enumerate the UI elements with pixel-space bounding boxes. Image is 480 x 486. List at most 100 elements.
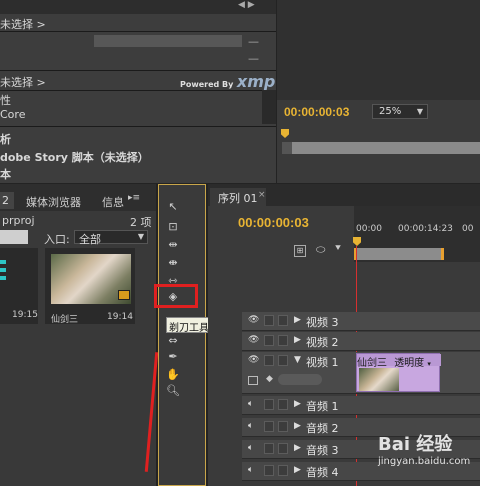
marker-icon[interactable]: ⬭	[316, 243, 325, 257]
color-bars-icon	[0, 260, 6, 264]
program-monitor: 00:00:00:03 25% ▼	[277, 0, 480, 183]
track-name: 音频 1	[306, 400, 339, 413]
search-input[interactable]	[0, 230, 28, 244]
item-count: 2 项	[130, 216, 152, 229]
timeline-clip[interactable]: 仙剑三 透明度 ▾	[356, 353, 441, 392]
keyframe-icon[interactable]: ◆	[266, 374, 273, 384]
track-audio-1[interactable]: 🔈︎ ▶ 音频 1	[242, 396, 480, 415]
tab-sequence-01[interactable]: 序列 01 ×	[210, 188, 266, 206]
collapse-icon[interactable]: ▼	[294, 355, 301, 365]
zoom-tool-icon[interactable]: 🔍︎	[164, 384, 182, 398]
clip-thumbnail[interactable]: 19:15	[0, 248, 38, 324]
track-name: 视频 1	[306, 356, 339, 369]
zoom-select[interactable]: 25% ▼	[372, 104, 428, 119]
expand-icon[interactable]: ▶	[294, 465, 301, 475]
metadata-panel: 未选择 > — — 未选择 > Powered By xmp 性 Core 析 …	[0, 0, 276, 183]
slip-tool-icon[interactable]: ⇔	[164, 334, 182, 348]
baidu-watermark-logo: Bai 经验 jingyan.baidu.com	[378, 434, 471, 467]
sync-toggle[interactable]	[278, 465, 288, 476]
metadata-row-label: 未选择 >	[0, 18, 46, 31]
metadata-field-dash: —	[248, 35, 259, 48]
add-marker-icon[interactable]: ⯆	[334, 243, 342, 254]
monitor-timeline-bar[interactable]	[282, 142, 480, 154]
program-timecode[interactable]: 00:00:00:03	[284, 105, 349, 119]
clip-thumbnail[interactable]: 仙剑三 19:14	[45, 248, 135, 325]
close-icon[interactable]: ×	[258, 190, 266, 200]
chevron-down-icon: ▼	[416, 107, 423, 116]
speaker-icon[interactable]: 🔈︎	[248, 421, 260, 431]
rolling-edit-tool-icon[interactable]: ⇼	[164, 256, 182, 270]
clip-name: 仙剑三	[51, 315, 79, 325]
expand-icon[interactable]: ▶	[294, 443, 301, 453]
clip-duration: 19:14	[107, 312, 133, 322]
in-select[interactable]: 全部 ▼	[74, 230, 148, 246]
tab-project[interactable]: 2	[0, 192, 14, 209]
razor-tool-icon[interactable]: ◈	[164, 290, 182, 304]
eye-icon[interactable]: 👁︎	[248, 355, 260, 365]
scrollbar[interactable]	[262, 90, 276, 124]
sync-toggle[interactable]	[278, 443, 288, 454]
track-select-tool-icon[interactable]: ⊡	[164, 220, 182, 234]
expand-icon[interactable]: ▶	[294, 315, 301, 325]
chevron-down-icon: ▼	[137, 232, 144, 241]
clip-label-strip: 仙剑三 透明度 ▾	[357, 354, 441, 369]
ruler-tick-label: 00	[462, 224, 474, 234]
metadata-section-label: 析	[0, 133, 11, 146]
lock-toggle[interactable]	[264, 399, 274, 410]
speaker-icon[interactable]: 🔈︎	[248, 465, 260, 475]
tab-info[interactable]: 信息 ▸≡	[92, 192, 154, 209]
lock-toggle[interactable]	[264, 335, 274, 346]
eye-icon[interactable]: 👁︎	[248, 315, 260, 325]
timeline-timecode[interactable]: 00:00:00:03	[238, 215, 309, 230]
metadata-row-label: 性	[0, 94, 11, 107]
lock-toggle[interactable]	[264, 465, 274, 476]
lock-toggle[interactable]	[264, 421, 274, 432]
expand-icon[interactable]: ▶	[294, 335, 301, 345]
track-video-2[interactable]: 👁︎ ▶ 视频 2	[242, 332, 480, 351]
speaker-icon[interactable]: 🔈︎	[248, 443, 260, 453]
sync-toggle[interactable]	[278, 315, 288, 326]
clip-thumbnail-image	[359, 368, 399, 391]
track-name: 音频 3	[306, 444, 339, 457]
hand-tool-icon[interactable]: ✋	[164, 368, 182, 382]
ripple-edit-tool-icon[interactable]: ⇹	[164, 238, 182, 252]
tab-media-browser[interactable]: 媒体浏览器	[18, 192, 88, 209]
snap-icon[interactable]: ⊞	[294, 245, 306, 257]
lock-toggle[interactable]	[264, 315, 274, 326]
lock-toggle[interactable]	[264, 443, 274, 454]
display-style-icon[interactable]	[248, 376, 258, 385]
project-panel: 2 媒体浏览器 信息 ▸≡ prproj 2 项 入口: 全部 ▼ 19:15 …	[0, 184, 159, 486]
lock-toggle[interactable]	[264, 355, 274, 366]
keyframe-nav[interactable]	[278, 374, 322, 385]
ruler-tick-label: 00:00:14:23	[398, 224, 453, 234]
track-name: 音频 4	[306, 466, 339, 479]
monitor-video-area	[277, 0, 480, 100]
metadata-row[interactable]	[0, 0, 276, 14]
expand-icon[interactable]: ▶	[294, 399, 301, 409]
pen-tool-icon[interactable]: ✒	[164, 350, 182, 364]
arrow-buttons[interactable]: ◀ ▶	[238, 0, 255, 10]
story-script-label: dobe Story 脚本（未选择）	[0, 151, 149, 164]
playhead-marker-icon[interactable]	[281, 129, 289, 138]
eye-icon[interactable]: 👁︎	[248, 335, 260, 345]
expand-icon[interactable]: ▶	[294, 421, 301, 431]
work-area-bar[interactable]	[354, 248, 444, 260]
sync-toggle[interactable]	[278, 399, 288, 410]
speaker-icon[interactable]: 🔈︎	[248, 399, 260, 409]
selection-tool-icon[interactable]: ↖	[164, 200, 182, 214]
sync-toggle[interactable]	[278, 335, 288, 346]
xmp-powered-logo: Powered By xmp	[180, 72, 276, 91]
track-video-3[interactable]: 👁︎ ▶ 视频 3	[242, 312, 480, 331]
metadata-field[interactable]	[94, 35, 242, 47]
panel-menu-icon[interactable]: ▸≡	[128, 193, 140, 203]
sync-toggle[interactable]	[278, 355, 288, 366]
chevron-down-icon: ▾	[427, 360, 431, 368]
clip-duration: 19:15	[12, 310, 38, 320]
in-label: 入口:	[44, 233, 70, 246]
track-name: 音频 2	[306, 422, 339, 435]
metadata-row-label: Core	[0, 108, 26, 121]
metadata-row-label: 未选择 >	[0, 76, 46, 89]
project-file-name: prproj	[2, 214, 35, 227]
track-name: 视频 3	[306, 316, 339, 329]
sync-toggle[interactable]	[278, 421, 288, 432]
